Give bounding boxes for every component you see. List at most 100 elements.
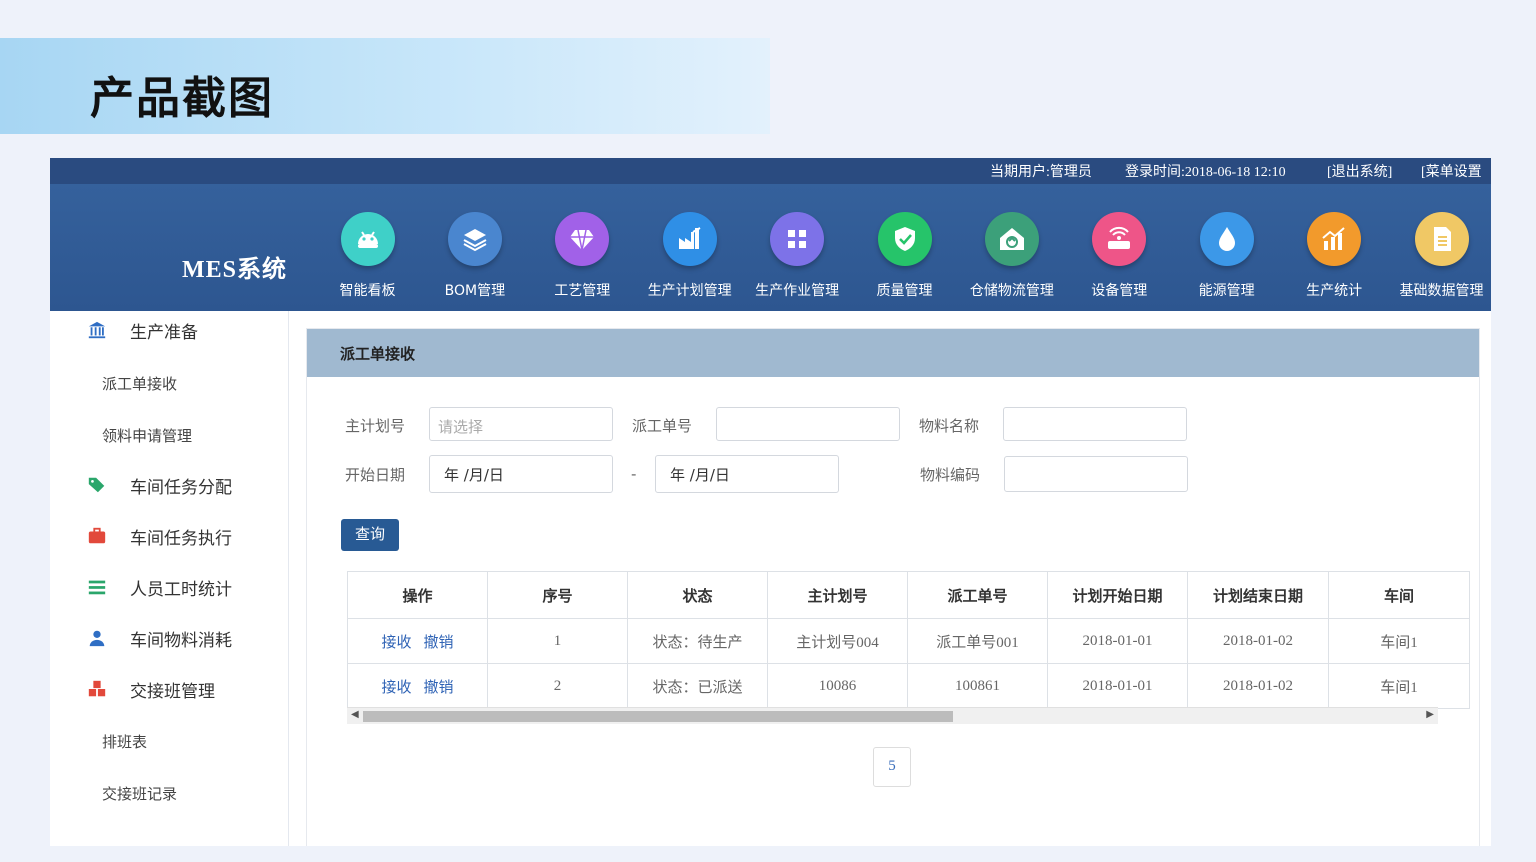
dispatch-no-input[interactable] [716, 407, 900, 441]
accept-link[interactable]: 接收 [381, 633, 411, 651]
nav-item[interactable]: 生产作业管理 [744, 212, 851, 300]
action-cell: 接收 撤销 [347, 618, 488, 664]
dispatch-table: 操作 序号 状态 主计划号 派工单号 计划开始日期 计划结束日期 车间 接收 撤销 1 状态：待生产… [347, 571, 1470, 709]
cubes-icon [86, 678, 108, 700]
material-code-label: 物料编码 [920, 466, 981, 484]
column-header[interactable]: 车间 [1328, 571, 1470, 619]
nav-item[interactable]: 生产计划管理 [636, 212, 743, 300]
sidebar-subitem[interactable]: 派工单接收 [102, 373, 177, 394]
sidebar: 生产准备 派工单接收 领料申请管理 车间任务分配 车间任务执行 人员工时统计 车间物料消耗交… [50, 311, 289, 846]
nav-item[interactable]: 生产统计 [1281, 212, 1388, 300]
column-header[interactable]: 序号 [487, 571, 628, 619]
mes-app-window: 当期用户:管理员 登录时间:2018-06-18 12:10 [退出系统] [菜… [50, 158, 1491, 846]
sidebar-subitem[interactable]: 领料申请管理 [102, 425, 192, 446]
nav-item[interactable]: 智能看板 [314, 212, 421, 300]
sidebar-subitem[interactable]: 交接班记录 [102, 783, 177, 804]
tag-icon [86, 474, 108, 496]
table-row: 接收 撤销 1 状态：待生产 主计划号004 派工单号001 2018-01-01 2018-… [347, 618, 1470, 664]
chart-icon [1307, 212, 1362, 266]
cell-dispatch-no: 派工单号001 [907, 618, 1048, 664]
cell-workshop: 车间1 [1328, 663, 1470, 709]
revoke-link[interactable]: 撤销 [424, 678, 454, 696]
column-header[interactable]: 主计划号 [767, 571, 908, 619]
scroll-right-icon[interactable]: ▶ [1426, 709, 1434, 720]
sidebar-item-label: 人员工时统计 [130, 579, 232, 600]
cell-status: 状态：待生产 [627, 618, 768, 664]
nav-label: 智能看板 [339, 283, 396, 299]
nav-label: 设备管理 [1091, 283, 1148, 299]
action-cell: 接收 撤销 [347, 663, 488, 709]
cell-dispatch-no: 100861 [907, 663, 1048, 709]
warehouse-icon [984, 212, 1039, 266]
logout-link[interactable]: [退出系统] [1327, 161, 1392, 181]
brand-logo-text: MES系统 [182, 257, 288, 283]
sidebar-item-label: 生产准备 [130, 322, 198, 343]
material-name-label: 物料名称 [919, 417, 980, 435]
cell-seq: 1 [487, 618, 628, 664]
date-from-input[interactable]: 年 /月/日 [429, 455, 613, 493]
sidebar-item[interactable]: 车间任务分配 [50, 470, 288, 500]
nav-item[interactable]: 工艺管理 [529, 212, 636, 300]
document-icon [1414, 212, 1469, 266]
nav-item[interactable]: 仓储物流管理 [958, 212, 1065, 300]
start-date-label: 开始日期 [345, 466, 406, 484]
cell-workshop: 车间1 [1328, 618, 1470, 664]
sidebar-subitem[interactable]: 排班表 [102, 731, 147, 752]
sidebar-item[interactable]: 生产准备 [50, 315, 288, 345]
nav-label: 质量管理 [876, 283, 933, 299]
factory-icon [662, 212, 717, 266]
nav-label: 仓储物流管理 [969, 283, 1054, 299]
revoke-link[interactable]: 撤销 [424, 633, 454, 651]
nav-item[interactable]: 质量管理 [851, 212, 958, 300]
date-to-input[interactable]: 年 /月/日 [655, 455, 839, 493]
material-code-input[interactable] [1004, 456, 1188, 492]
top-status-bar: 当期用户:管理员 登录时间:2018-06-18 12:10 [退出系统] [菜… [50, 158, 1491, 184]
nav-item[interactable]: BOM管理 [421, 212, 528, 300]
material-name-input[interactable] [1003, 407, 1187, 441]
briefcase-icon [86, 525, 108, 547]
sidebar-item[interactable]: 车间物料消耗 [50, 623, 288, 653]
menu-settings-link[interactable]: [菜单设置 [1421, 161, 1482, 181]
sidebar-item-label: 交接班管理 [130, 681, 215, 702]
cell-end: 2018-01-02 [1187, 618, 1329, 664]
cell-start: 2018-01-01 [1047, 663, 1188, 709]
cell-status: 状态：已派送 [627, 663, 768, 709]
nav-item[interactable]: 设备管理 [1066, 212, 1173, 300]
main-panel: 派工单接收 主计划号 请选择 派工单号 物料名称 开始日期 年 /月/日 - 年… [306, 328, 1480, 846]
login-time: 登录时间:2018-06-18 12:10 [1125, 165, 1286, 180]
query-button[interactable]: 查询 [341, 519, 399, 551]
column-header[interactable]: 计划结束日期 [1187, 571, 1329, 619]
column-header[interactable]: 派工单号 [907, 571, 1048, 619]
sidebar-item[interactable]: 车间任务执行 [50, 521, 288, 551]
main-plan-select[interactable]: 请选择 [429, 407, 613, 441]
nav-label: 生产作业管理 [755, 283, 840, 299]
column-header[interactable]: 计划开始日期 [1047, 571, 1188, 619]
column-header[interactable]: 状态 [627, 571, 768, 619]
nav-item[interactable]: 能源管理 [1173, 212, 1280, 300]
scroll-left-icon[interactable]: ◀ [351, 709, 359, 720]
sidebar-item-label: 车间物料消耗 [130, 630, 232, 651]
sidebar-item[interactable]: 人员工时统计 [50, 572, 288, 602]
diamond-icon [555, 212, 610, 266]
horizontal-scrollbar[interactable]: ◀ ▶ [347, 707, 1438, 724]
nav-label: 工艺管理 [554, 283, 611, 299]
cell-main-plan: 主计划号004 [767, 618, 908, 664]
nav-label: 生产统计 [1306, 283, 1363, 299]
layers-icon [447, 212, 502, 266]
router-icon [1092, 212, 1147, 266]
list-icon [86, 576, 108, 598]
main-plan-label: 主计划号 [345, 417, 406, 435]
table-header-row: 操作 序号 状态 主计划号 派工单号 计划开始日期 计划结束日期 车间 [347, 571, 1470, 619]
page-title: 产品截图 [90, 73, 274, 124]
pagination-page[interactable]: 5 [873, 747, 911, 787]
grid-icon [770, 212, 825, 266]
nav-item[interactable]: 基础数据管理 [1388, 212, 1491, 300]
accept-link[interactable]: 接收 [381, 678, 411, 696]
nav-label: 生产计划管理 [647, 283, 732, 299]
table-row: 接收 撤销 2 状态：已派送 10086 100861 2018-01-01 2018-01-… [347, 663, 1470, 709]
sidebar-item[interactable]: 交接班管理 [50, 674, 288, 704]
scrollbar-thumb[interactable] [363, 711, 953, 722]
shield-check-icon [877, 212, 932, 266]
column-header[interactable]: 操作 [347, 571, 488, 619]
cell-seq: 2 [487, 663, 628, 709]
